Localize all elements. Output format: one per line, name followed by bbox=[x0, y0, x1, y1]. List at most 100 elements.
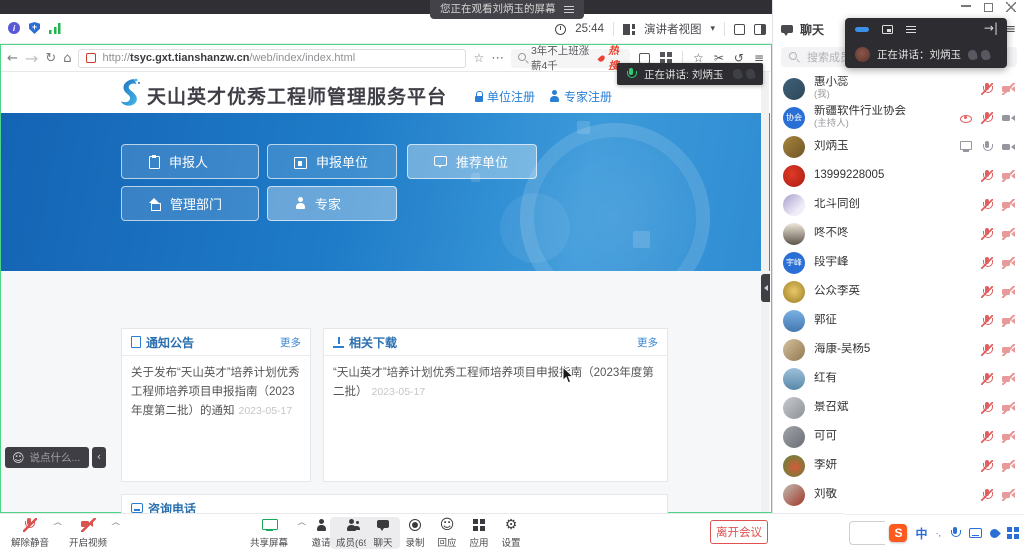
browser-search-box[interactable]: 3年不上班涨薪4千 热搜 bbox=[511, 49, 630, 68]
camera-off-icon[interactable] bbox=[1002, 286, 1015, 298]
reading-mode-icon[interactable] bbox=[639, 53, 650, 64]
mic-off-icon[interactable] bbox=[981, 460, 993, 472]
unmute-chevron[interactable]: ^ bbox=[52, 522, 64, 532]
address-bar[interactable]: http://tsyc.gxt.tianshanzw.cn/web/index/… bbox=[78, 49, 466, 68]
notice-more-link[interactable]: 更多 bbox=[280, 335, 301, 350]
reactions-button[interactable]: ☺ 回应 bbox=[430, 517, 464, 549]
side-panel-icon[interactable] bbox=[754, 24, 766, 35]
sogou-logo-icon[interactable]: S bbox=[889, 524, 907, 542]
notice-item[interactable]: 关于发布“天山英才”培养计划优秀工程师培养项目申报指南（2023年度第二批）的通… bbox=[122, 356, 310, 429]
view-mode-selector[interactable]: 演讲者视图 bbox=[644, 21, 702, 37]
apply-unit-button[interactable]: 申报单位 bbox=[267, 144, 397, 179]
back-icon[interactable]: ← bbox=[7, 51, 18, 66]
apps-button[interactable]: 应用 bbox=[462, 517, 496, 549]
member-row[interactable]: 惠小蕊(我) bbox=[773, 74, 1024, 103]
camera-off-icon[interactable] bbox=[1002, 228, 1015, 240]
quick-chat-input[interactable]: ☺ 说点什么... bbox=[5, 447, 89, 468]
restore-icon[interactable] bbox=[984, 3, 993, 12]
minimized-indicator-icon[interactable] bbox=[855, 27, 869, 32]
share-screen-button[interactable]: 共享屏幕 bbox=[244, 517, 294, 549]
reload-icon[interactable]: ↻ bbox=[45, 51, 56, 66]
camera-icon[interactable] bbox=[1002, 141, 1015, 153]
mic-off-icon[interactable] bbox=[981, 315, 993, 327]
site-badge-icon[interactable] bbox=[86, 53, 96, 63]
member-row[interactable]: 协会 新疆软件行业协会(主持人) bbox=[773, 103, 1024, 132]
member-row[interactable]: 李妍 bbox=[773, 451, 1024, 480]
camera-off-icon[interactable] bbox=[1002, 170, 1015, 182]
mic-icon[interactable] bbox=[981, 141, 993, 153]
applicant-button[interactable]: 申报人 bbox=[121, 144, 259, 179]
ime-grid-icon[interactable] bbox=[1007, 527, 1019, 539]
video-button[interactable]: 开启视频 bbox=[66, 517, 110, 549]
chevron-down-icon[interactable]: ▾ bbox=[710, 24, 715, 34]
mic-off-icon[interactable] bbox=[981, 344, 993, 356]
leave-meeting-button[interactable]: 离开会议 bbox=[710, 520, 768, 544]
camera-off-icon[interactable] bbox=[1002, 257, 1015, 269]
download-item[interactable]: “天山英才”培养计划优秀工程师培养项目申报指南（2023年度第二批）2023-0… bbox=[324, 356, 667, 410]
mic-off-icon[interactable] bbox=[981, 170, 993, 182]
ime-keyboard-icon[interactable] bbox=[969, 528, 982, 538]
member-row[interactable]: 红有 bbox=[773, 364, 1024, 393]
download-more-link[interactable]: 更多 bbox=[637, 335, 658, 350]
mic-off-icon[interactable] bbox=[981, 228, 993, 240]
member-row[interactable]: 北斗同创 bbox=[773, 190, 1024, 219]
camera-off-icon[interactable] bbox=[1002, 460, 1015, 472]
expert-register-link[interactable]: 专家注册 bbox=[549, 88, 612, 105]
mic-off-icon[interactable] bbox=[981, 286, 993, 298]
screen-share-icon[interactable] bbox=[959, 140, 972, 153]
fullscreen-icon[interactable] bbox=[734, 24, 745, 35]
unit-register-link[interactable]: 单位注册 bbox=[474, 88, 535, 105]
admin-dept-button[interactable]: 管理部门 bbox=[121, 186, 259, 221]
forward-icon[interactable]: → bbox=[25, 49, 38, 68]
camera-off-icon[interactable] bbox=[1002, 199, 1015, 211]
expand-arrow-icon[interactable]: →| bbox=[984, 24, 998, 33]
bookmark-star-icon[interactable]: ☆ bbox=[473, 51, 484, 65]
camera-icon[interactable] bbox=[1002, 112, 1015, 124]
member-row[interactable]: 可可 bbox=[773, 422, 1024, 451]
close-icon[interactable] bbox=[1006, 2, 1016, 12]
mic-off-icon[interactable] bbox=[981, 83, 993, 95]
minimize-icon[interactable] bbox=[961, 5, 971, 7]
mic-off-icon[interactable] bbox=[981, 112, 993, 124]
camera-off-icon[interactable] bbox=[1002, 431, 1015, 443]
hamburger-icon[interactable] bbox=[564, 6, 574, 14]
camera-off-icon[interactable] bbox=[1002, 344, 1015, 356]
member-row[interactable]: 郭征 bbox=[773, 306, 1024, 335]
member-row[interactable]: 刘敬 bbox=[773, 480, 1024, 509]
member-row[interactable]: 13999228005 bbox=[773, 161, 1024, 190]
recommend-unit-button[interactable]: 推荐单位 bbox=[407, 144, 537, 179]
home-icon[interactable]: ⌂ bbox=[63, 51, 71, 66]
member-row[interactable]: 景召斌 bbox=[773, 393, 1024, 422]
floating-speaker-bar[interactable]: →| 正在讲话：刘炳玉 bbox=[845, 18, 1007, 68]
chat-pill-collapse[interactable]: ‹ bbox=[92, 447, 106, 468]
ime-bird-icon[interactable] bbox=[988, 527, 1001, 540]
unmute-button[interactable]: 解除静音 bbox=[8, 517, 52, 549]
mic-off-icon[interactable] bbox=[981, 373, 993, 385]
mic-off-icon[interactable] bbox=[981, 402, 993, 414]
member-row[interactable]: 咚不咚 bbox=[773, 219, 1024, 248]
mic-off-icon[interactable] bbox=[981, 257, 993, 269]
shield-icon[interactable] bbox=[29, 22, 40, 34]
record-button[interactable]: 录制 bbox=[398, 517, 432, 549]
ime-lang-toggle[interactable]: 中 bbox=[915, 525, 927, 542]
watching-banner[interactable]: 您正在观看刘炳玉的屏幕 bbox=[430, 0, 584, 19]
more-options-icon[interactable]: ⋯ bbox=[491, 51, 504, 66]
camera-off-icon[interactable] bbox=[1002, 402, 1015, 414]
scrollbar-thumb[interactable] bbox=[761, 274, 770, 302]
camera-off-icon[interactable] bbox=[1002, 83, 1015, 95]
video-chevron[interactable]: ^ bbox=[110, 522, 122, 532]
mic-off-icon[interactable] bbox=[981, 431, 993, 443]
chat-button[interactable]: 聊天 bbox=[366, 517, 400, 549]
camera-off-icon[interactable] bbox=[1002, 373, 1015, 385]
mic-off-icon[interactable] bbox=[981, 199, 993, 211]
ime-punct-toggle[interactable]: ·, bbox=[936, 528, 942, 538]
info-icon[interactable] bbox=[8, 22, 20, 34]
recording-eye-icon[interactable] bbox=[959, 112, 972, 124]
mic-off-icon[interactable] bbox=[981, 489, 993, 501]
ime-mic-icon[interactable] bbox=[949, 527, 961, 539]
camera-off-icon[interactable] bbox=[1002, 489, 1015, 501]
member-row[interactable]: 公众李英 bbox=[773, 277, 1024, 306]
expert-button[interactable]: 专家 bbox=[267, 186, 397, 221]
list-icon[interactable] bbox=[906, 26, 916, 34]
pip-icon[interactable] bbox=[882, 25, 893, 34]
